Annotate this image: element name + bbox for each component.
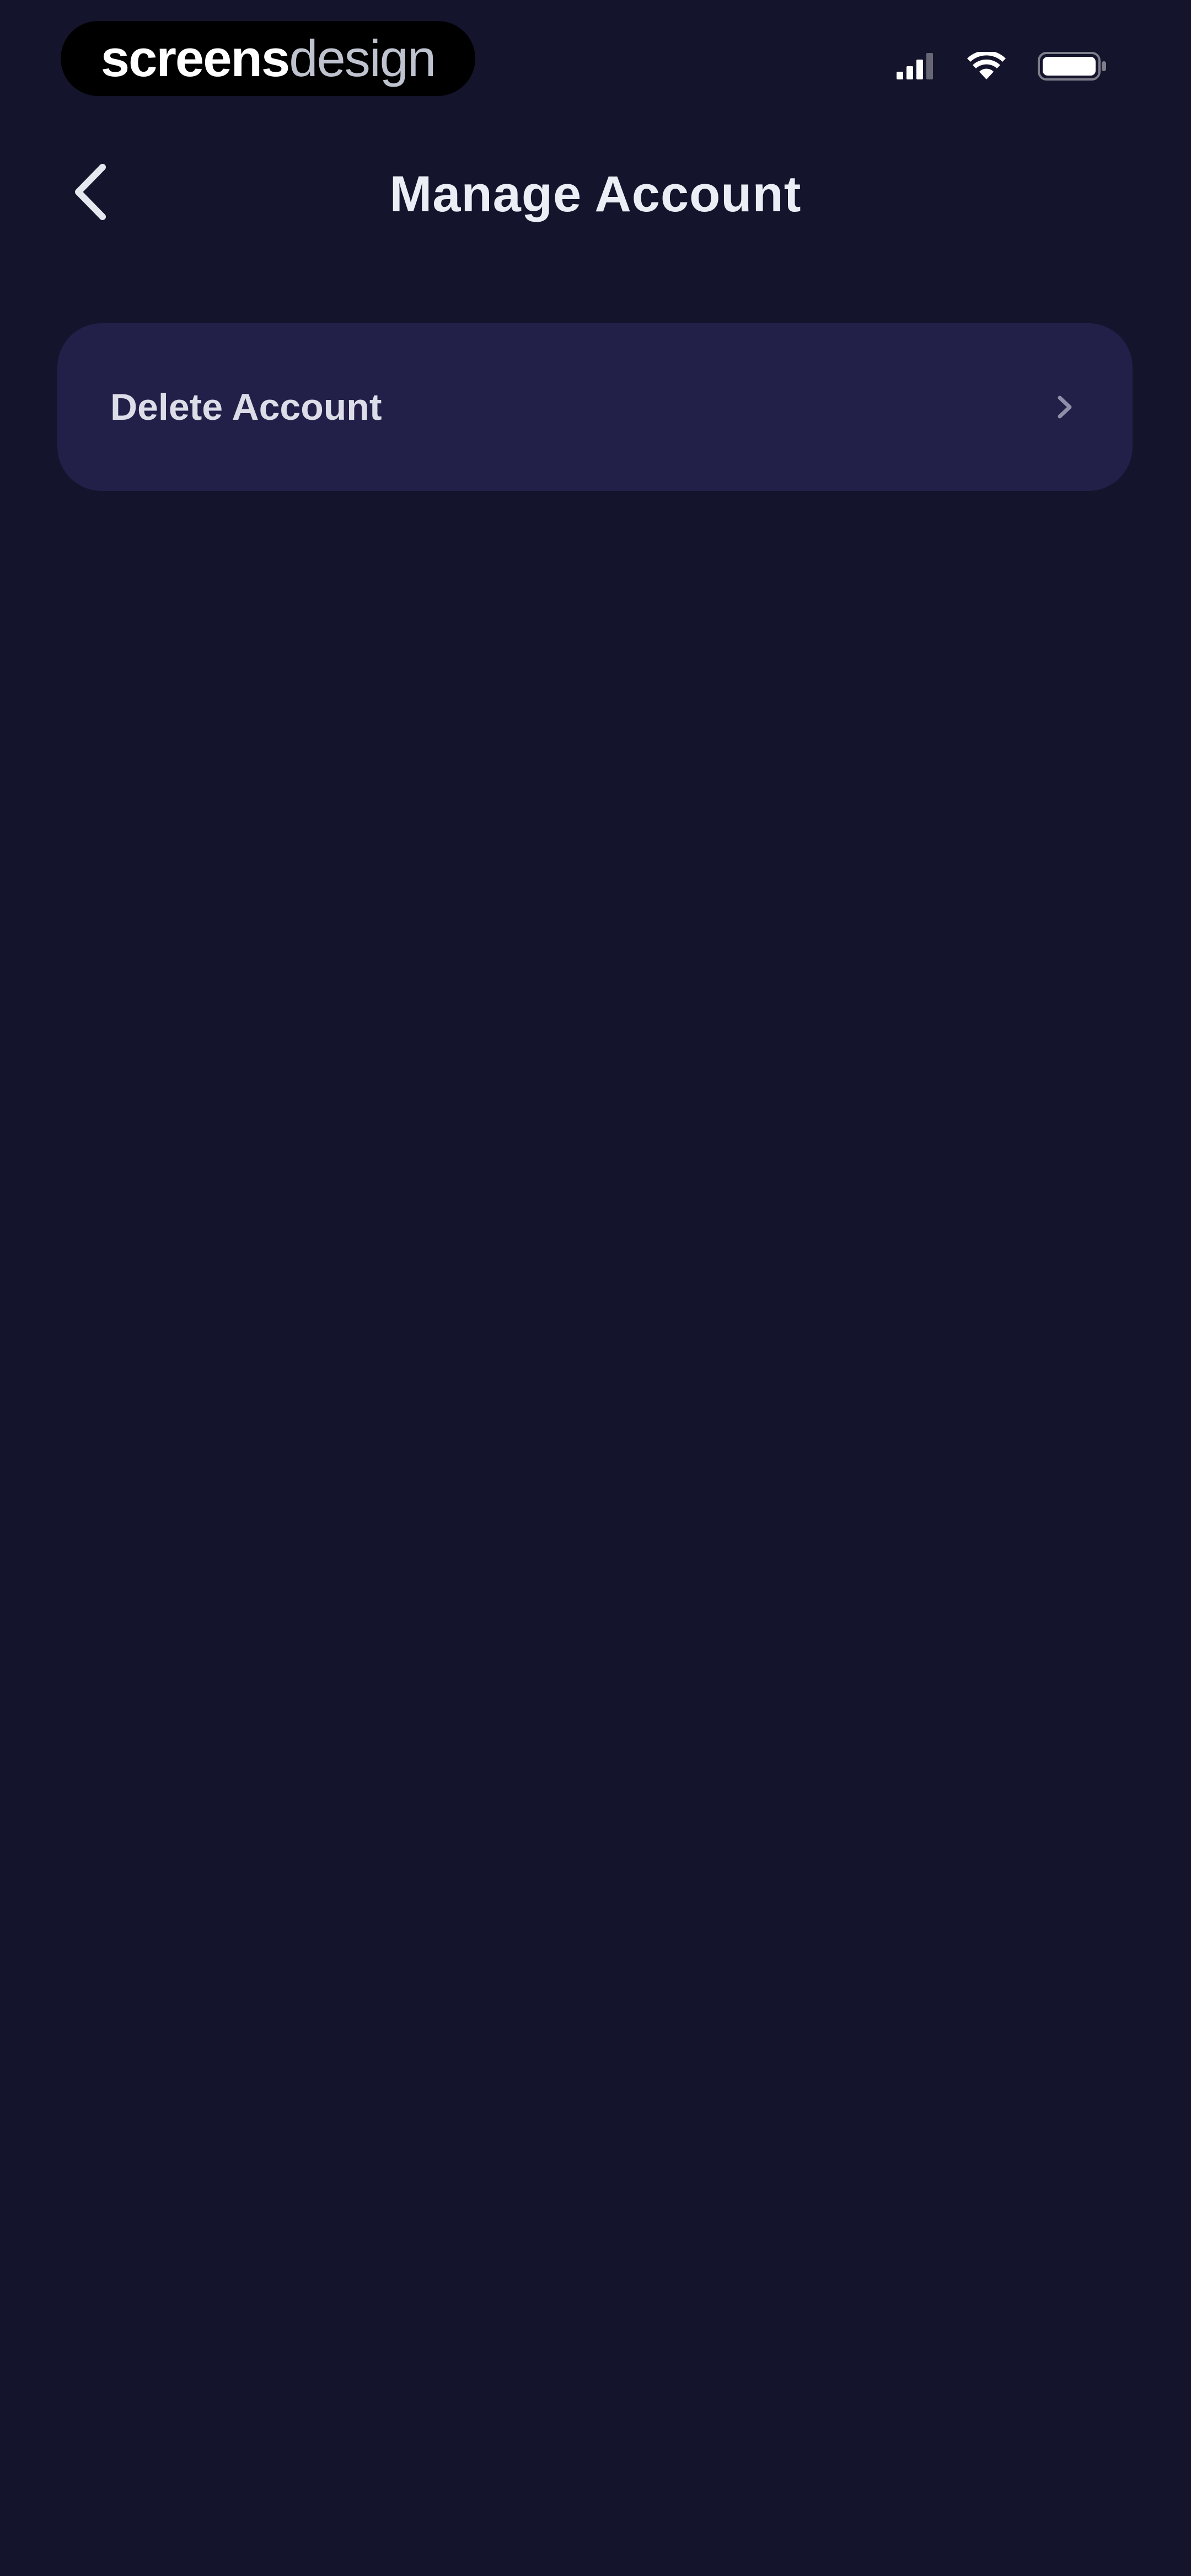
brand-logo-strong: screens [100, 29, 290, 87]
brand-logo-light: design [289, 29, 436, 87]
manage-account-screen: screens design Manage Account Delete Acc… [0, 0, 1191, 2576]
status-bar: screens design [0, 0, 1191, 127]
delete-account-label: Delete Account [110, 386, 382, 428]
delete-account-row[interactable]: Delete Account [57, 323, 1133, 491]
chevron-right-icon [1056, 394, 1073, 420]
nav-header: Manage Account [0, 138, 1191, 248]
brand-logo: screens design [61, 21, 475, 96]
page-title: Manage Account [389, 166, 802, 222]
signal-icon [897, 52, 935, 82]
status-icons [897, 50, 1108, 84]
battery-icon [1038, 51, 1108, 84]
wifi-icon [967, 50, 1006, 83]
